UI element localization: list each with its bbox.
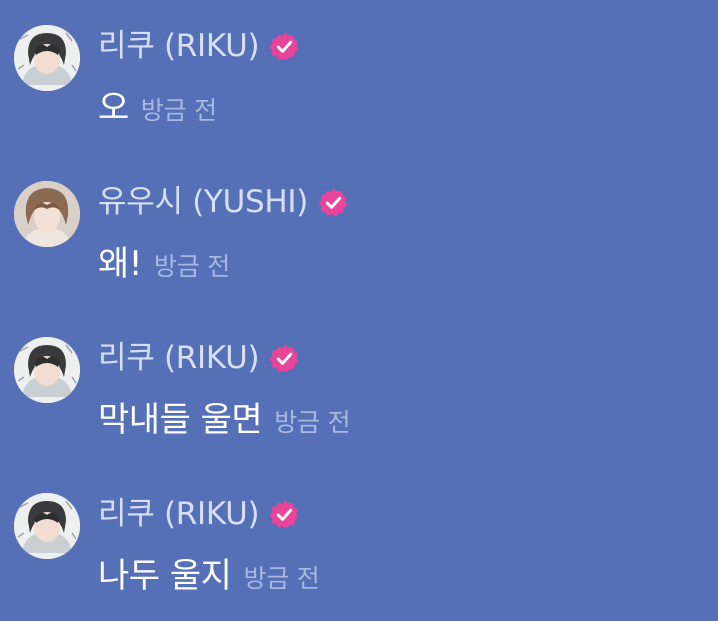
sender-name[interactable]: 리쿠 (RIKU): [98, 338, 260, 378]
riku-avatar-icon: [14, 337, 80, 403]
message-text: 나두 울지: [98, 556, 232, 596]
avatar[interactable]: [14, 493, 80, 559]
verified-badge-icon: [269, 343, 300, 374]
chat-message: 리쿠 (RIKU) 오 방금 전: [0, 0, 718, 128]
yushi-avatar-icon: [14, 181, 80, 247]
message-timestamp: 방금 전: [153, 252, 231, 281]
avatar[interactable]: [14, 181, 80, 247]
sender-name[interactable]: 유우시 (YUSHI): [98, 182, 308, 222]
verified-badge-icon: [269, 499, 300, 530]
message-timestamp: 방금 전: [243, 564, 320, 593]
avatar[interactable]: [14, 337, 80, 403]
chat-message: 리쿠 (RIKU) 나두 울지 방금 전: [0, 468, 718, 596]
chat-message: 유우시 (YUSHI) 왜! 방금 전: [0, 156, 718, 284]
message-timestamp: 방금 전: [274, 408, 351, 437]
message-text: 막내들 울면: [98, 400, 263, 440]
message-text: 왜!: [98, 244, 142, 284]
sender-name[interactable]: 리쿠 (RIKU): [98, 26, 260, 66]
message-text: 오: [98, 88, 129, 128]
message-timestamp: 방금 전: [140, 96, 217, 125]
avatar[interactable]: [14, 25, 80, 91]
riku-avatar-icon: [14, 25, 80, 91]
verified-badge-icon: [318, 187, 349, 218]
sender-name[interactable]: 리쿠 (RIKU): [98, 494, 260, 534]
chat-message: 리쿠 (RIKU) 막내들 울면 방금 전: [0, 312, 718, 440]
riku-avatar-icon: [14, 493, 80, 559]
chat-message-list: 리쿠 (RIKU) 오 방금 전 유우시 (YUSHI) 왜! 방금 전 리쿠 …: [0, 0, 718, 621]
verified-badge-icon: [269, 31, 300, 62]
